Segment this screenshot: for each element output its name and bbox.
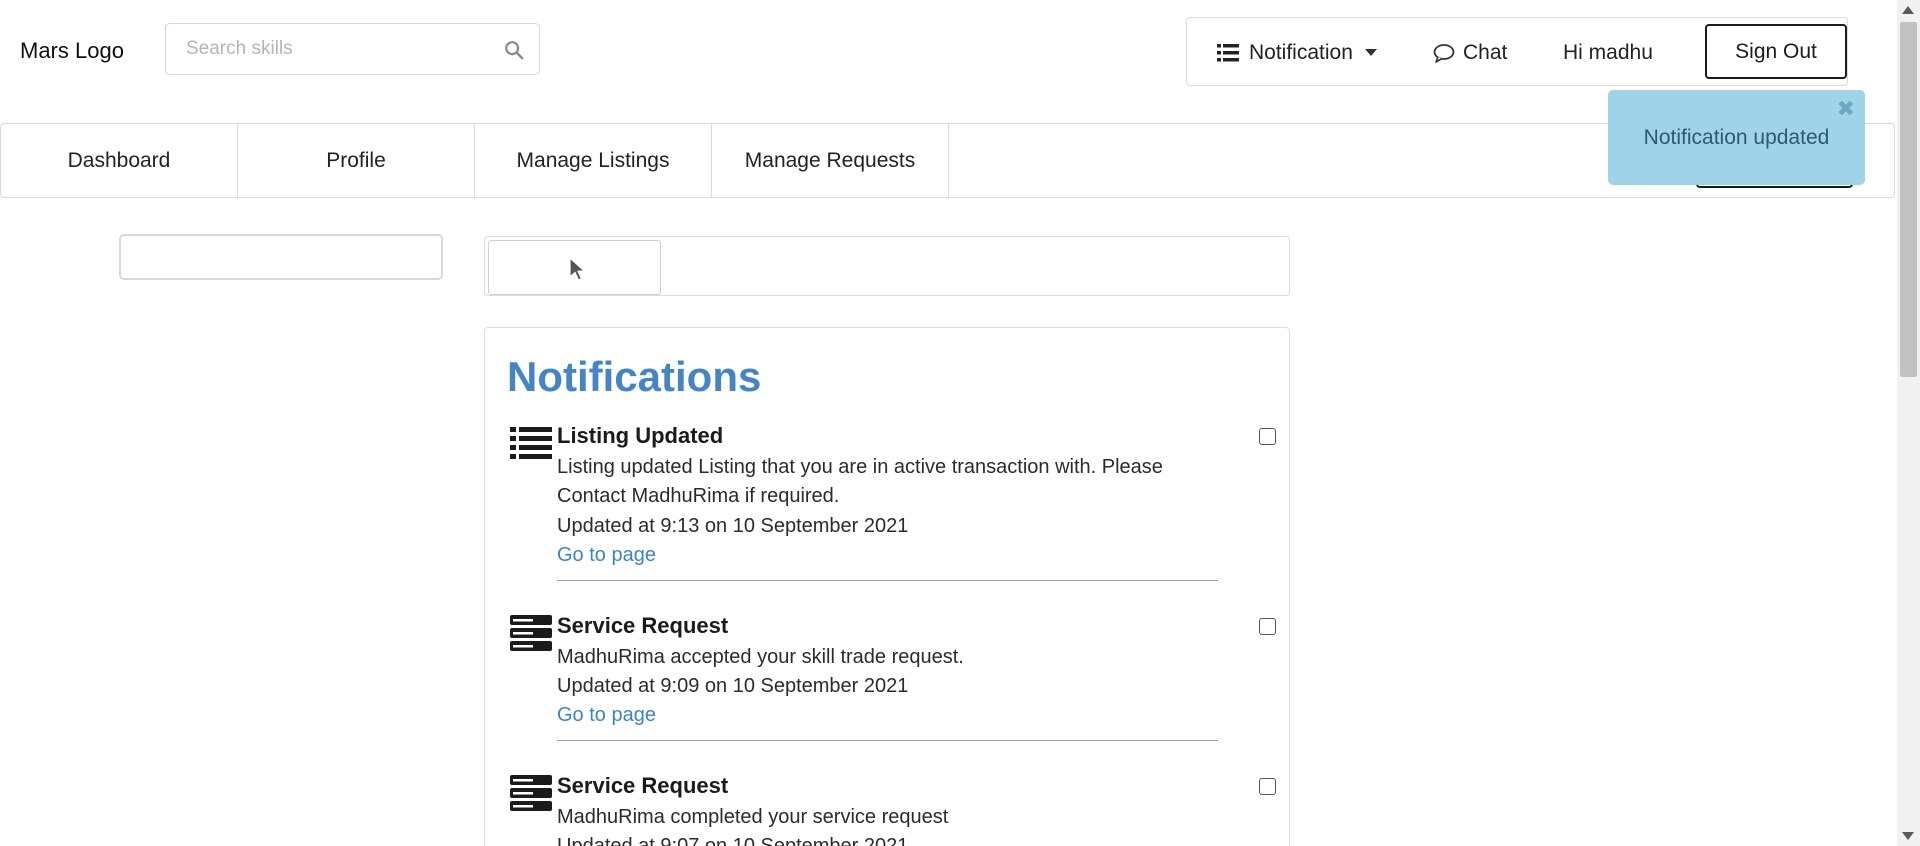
notification-body: Listing updated Listing that you are in … bbox=[557, 456, 1163, 507]
tab-dashboard[interactable]: Dashboard bbox=[1, 124, 238, 197]
notification-body: MadhuRima completed your service request bbox=[557, 806, 949, 828]
notifications-panel: Notifications Listing Updated Listing up… bbox=[484, 327, 1290, 846]
notification-dropdown[interactable]: Notification bbox=[1217, 18, 1377, 87]
notification-checkbox[interactable] bbox=[1259, 618, 1276, 635]
panel-title: Notifications bbox=[507, 353, 762, 400]
notification-title: Service Request bbox=[557, 773, 729, 798]
go-to-page-link[interactable]: Go to page bbox=[557, 544, 656, 567]
chat-icon bbox=[1433, 43, 1455, 63]
notification-timestamp: Updated at 9:09 on 10 September 2021 bbox=[557, 675, 909, 697]
user-greeting: Hi madhu bbox=[1563, 40, 1653, 64]
list-icon bbox=[510, 427, 552, 459]
tab-profile[interactable]: Profile bbox=[238, 124, 475, 197]
search-icon[interactable] bbox=[503, 39, 525, 61]
tab-manage-requests[interactable]: Manage Requests bbox=[712, 124, 949, 197]
scrollbar[interactable] bbox=[1897, 0, 1920, 846]
notification-body: MadhuRima accepted your skill trade requ… bbox=[557, 646, 964, 668]
scroll-down-icon[interactable] bbox=[1902, 832, 1914, 840]
search-box[interactable] bbox=[165, 23, 540, 75]
notification-title: Service Request bbox=[557, 613, 729, 638]
top-menu: Notification Chat Hi madhu Sign Out bbox=[1186, 17, 1848, 86]
toast-message: Notification updated bbox=[1643, 126, 1830, 149]
notification-timestamp: Updated at 9:13 on 10 September 2021 bbox=[557, 515, 909, 537]
divider bbox=[557, 740, 1218, 741]
server-icon bbox=[510, 775, 552, 811]
notification-title: Listing Updated bbox=[557, 423, 724, 448]
tab-manage-listings[interactable]: Manage Listings bbox=[475, 124, 712, 197]
close-icon[interactable]: ✖ bbox=[1837, 98, 1855, 120]
logo[interactable]: Mars Logo bbox=[20, 38, 124, 64]
notification-checkbox[interactable] bbox=[1259, 778, 1276, 795]
left-filter-box[interactable] bbox=[119, 234, 443, 280]
cursor-icon bbox=[569, 257, 586, 281]
notification-timestamp: Updated at 9:07 on 10 September 2021 bbox=[557, 835, 909, 846]
chat-link[interactable]: Chat bbox=[1433, 18, 1507, 87]
page: Mars Logo Notification Cha bbox=[0, 0, 1920, 846]
go-to-page-link[interactable]: Go to page bbox=[557, 704, 656, 727]
notification-toolbar bbox=[484, 236, 1290, 296]
scroll-up-icon[interactable] bbox=[1902, 6, 1914, 14]
divider bbox=[557, 580, 1218, 581]
server-icon bbox=[510, 615, 552, 651]
sign-out-button[interactable]: Sign Out bbox=[1705, 24, 1847, 79]
notification-checkbox[interactable] bbox=[1259, 428, 1276, 445]
chat-label: Chat bbox=[1463, 40, 1508, 64]
toast-notification: ✖ Notification updated bbox=[1608, 90, 1865, 185]
list-icon bbox=[1217, 43, 1239, 61]
toolbar-cell[interactable] bbox=[488, 240, 661, 295]
scrollbar-thumb[interactable] bbox=[1900, 22, 1917, 377]
chevron-down-icon bbox=[1364, 49, 1377, 56]
search-input[interactable] bbox=[186, 36, 486, 62]
notification-label: Notification bbox=[1249, 40, 1353, 64]
